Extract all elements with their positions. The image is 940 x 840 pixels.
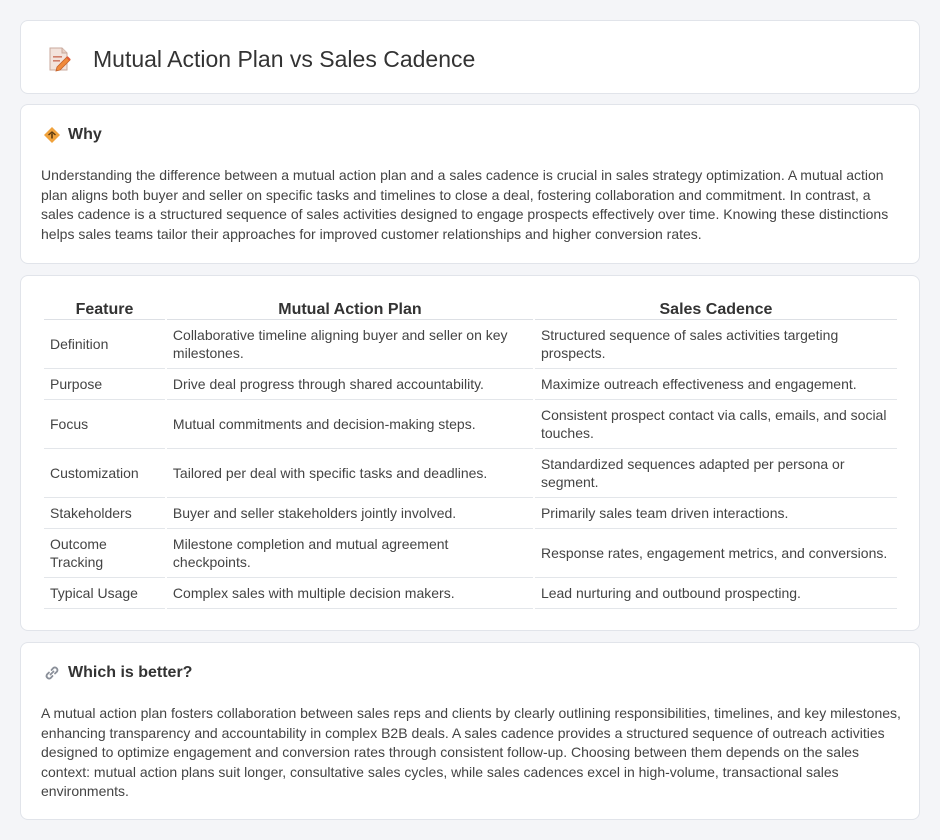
page-title: Mutual Action Plan vs Sales Cadence xyxy=(93,46,476,72)
comparison-table: Feature Mutual Action Plan Sales Cadence… xyxy=(42,298,899,609)
feature-cell: Customization xyxy=(44,449,165,498)
which-is-better-section: Which is better? A mutual action plan fo… xyxy=(20,642,920,820)
sales-cadence-cell: Response rates, engagement metrics, and … xyxy=(534,529,897,578)
header-sales-cadence: Sales Cadence xyxy=(534,298,897,320)
table-row: Focus Mutual commitments and decision-ma… xyxy=(44,400,897,449)
sales-cadence-cell: Standardized sequences adapted per perso… xyxy=(534,449,897,498)
why-section: Why Understanding the difference between… xyxy=(20,104,920,264)
table-row: Customization Tailored per deal with spe… xyxy=(44,449,897,498)
table-row: Outcome Tracking Milestone completion an… xyxy=(44,529,897,578)
feature-cell: Focus xyxy=(44,400,165,449)
document-pencil-icon xyxy=(45,45,73,73)
feature-cell: Typical Usage xyxy=(44,578,165,609)
mutual-action-plan-cell: Collaborative timeline aligning buyer an… xyxy=(166,320,533,369)
title-card: Mutual Action Plan vs Sales Cadence xyxy=(20,20,920,94)
why-paragraph: Understanding the difference between a m… xyxy=(41,167,889,242)
table-row: Typical Usage Complex sales with multipl… xyxy=(44,578,897,609)
sales-cadence-cell: Lead nurturing and outbound prospecting. xyxy=(534,578,897,609)
comparison-card: Feature Mutual Action Plan Sales Cadence… xyxy=(20,275,920,631)
mutual-action-plan-cell: Drive deal progress through shared accou… xyxy=(166,369,533,400)
feature-cell: Definition xyxy=(44,320,165,369)
sales-cadence-cell: Primarily sales team driven interactions… xyxy=(534,498,897,529)
feature-cell: Stakeholders xyxy=(44,498,165,529)
mutual-action-plan-cell: Mutual commitments and decision-making s… xyxy=(166,400,533,449)
link-icon xyxy=(43,664,61,682)
diamond-signal-icon xyxy=(43,126,61,144)
feature-cell: Outcome Tracking xyxy=(44,529,165,578)
mutual-action-plan-cell: Buyer and seller stakeholders jointly in… xyxy=(166,498,533,529)
header-feature: Feature xyxy=(44,298,165,320)
table-row: Purpose Drive deal progress through shar… xyxy=(44,369,897,400)
sales-cadence-cell: Structured sequence of sales activities … xyxy=(534,320,897,369)
why-title: Why xyxy=(68,126,102,143)
sales-cadence-cell: Consistent prospect contact via calls, e… xyxy=(534,400,897,449)
table-row: Definition Collaborative timeline aligni… xyxy=(44,320,897,369)
feature-cell: Purpose xyxy=(44,369,165,400)
mutual-action-plan-cell: Complex sales with multiple decision mak… xyxy=(166,578,533,609)
table-row: Stakeholders Buyer and seller stakeholde… xyxy=(44,498,897,529)
which-is-better-paragraph: A mutual action plan fosters collaborati… xyxy=(41,705,901,799)
which-is-better-title: Which is better? xyxy=(68,664,193,681)
mutual-action-plan-cell: Tailored per deal with specific tasks an… xyxy=(166,449,533,498)
table-header-row: Feature Mutual Action Plan Sales Cadence xyxy=(44,298,897,320)
header-mutual-action-plan: Mutual Action Plan xyxy=(166,298,533,320)
sales-cadence-cell: Maximize outreach effectiveness and enga… xyxy=(534,369,897,400)
mutual-action-plan-cell: Milestone completion and mutual agreemen… xyxy=(166,529,533,578)
